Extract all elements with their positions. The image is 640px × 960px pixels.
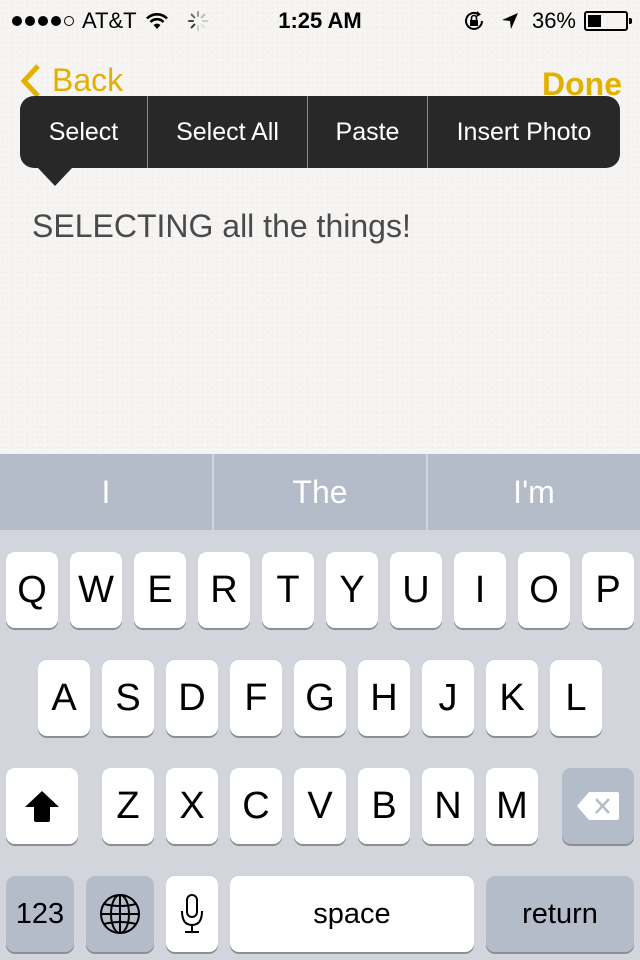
suggestion-bar: I The I'm (0, 454, 640, 530)
dictation-key[interactable] (166, 876, 218, 952)
key-z[interactable]: Z (102, 768, 154, 844)
key-v[interactable]: V (294, 768, 346, 844)
shift-arrow-icon (25, 791, 59, 822)
return-key[interactable]: return (486, 876, 634, 952)
status-bar: AT&T 1:25 AM 36% (0, 0, 640, 40)
key-p[interactable]: P (582, 552, 634, 628)
key-i[interactable]: I (454, 552, 506, 628)
key-g[interactable]: G (294, 660, 346, 736)
key-t[interactable]: T (262, 552, 314, 628)
backspace-icon (577, 792, 619, 820)
globe-key[interactable] (86, 876, 154, 952)
key-o[interactable]: O (518, 552, 570, 628)
back-button[interactable]: Back (20, 62, 123, 99)
key-j[interactable]: J (422, 660, 474, 736)
key-k[interactable]: K (486, 660, 538, 736)
battery-icon (584, 11, 632, 31)
menu-item-select-all[interactable]: Select All (148, 96, 308, 168)
key-q[interactable]: Q (6, 552, 58, 628)
rotation-lock-icon (464, 11, 483, 30)
key-m[interactable]: M (486, 768, 538, 844)
menu-item-paste[interactable]: Paste (308, 96, 428, 168)
key-y[interactable]: Y (326, 552, 378, 628)
menu-item-insert-photo[interactable]: Insert Photo (428, 96, 620, 168)
suggestion-item[interactable]: I (0, 454, 214, 530)
key-f[interactable]: F (230, 660, 282, 736)
key-a[interactable]: A (38, 660, 90, 736)
key-e[interactable]: E (134, 552, 186, 628)
shift-key[interactable] (6, 768, 78, 844)
status-right: 36% (462, 8, 632, 34)
key-c[interactable]: C (230, 768, 282, 844)
menu-caret (38, 168, 72, 186)
key-h[interactable]: H (358, 660, 410, 736)
microphone-icon (181, 894, 203, 933)
location-arrow-icon (501, 13, 518, 29)
back-label: Back (52, 62, 124, 98)
key-u[interactable]: U (390, 552, 442, 628)
space-key[interactable]: space (230, 876, 474, 952)
key-s[interactable]: S (102, 660, 154, 736)
note-text[interactable]: SELECTING all the things! (32, 208, 411, 245)
key-x[interactable]: X (166, 768, 218, 844)
battery-fill (588, 15, 601, 27)
key-b[interactable]: B (358, 768, 410, 844)
numbers-key[interactable]: 123 (6, 876, 74, 952)
key-d[interactable]: D (166, 660, 218, 736)
suggestion-item[interactable]: The (214, 454, 428, 530)
suggestion-item[interactable]: I'm (428, 454, 640, 530)
menu-item-select[interactable]: Select (20, 96, 148, 168)
edit-menu: Select Select All Paste Insert Photo (20, 96, 620, 168)
chevron-left-icon (20, 63, 40, 98)
globe-icon (100, 894, 140, 934)
keyboard: I The I'm QWERTYUIOP ASDFGHJKL ZXCVBNM 1… (0, 454, 640, 960)
key-w[interactable]: W (70, 552, 122, 628)
battery-percent: 36% (531, 8, 576, 33)
key-r[interactable]: R (198, 552, 250, 628)
delete-key[interactable] (562, 768, 634, 844)
key-n[interactable]: N (422, 768, 474, 844)
key-l[interactable]: L (550, 660, 602, 736)
